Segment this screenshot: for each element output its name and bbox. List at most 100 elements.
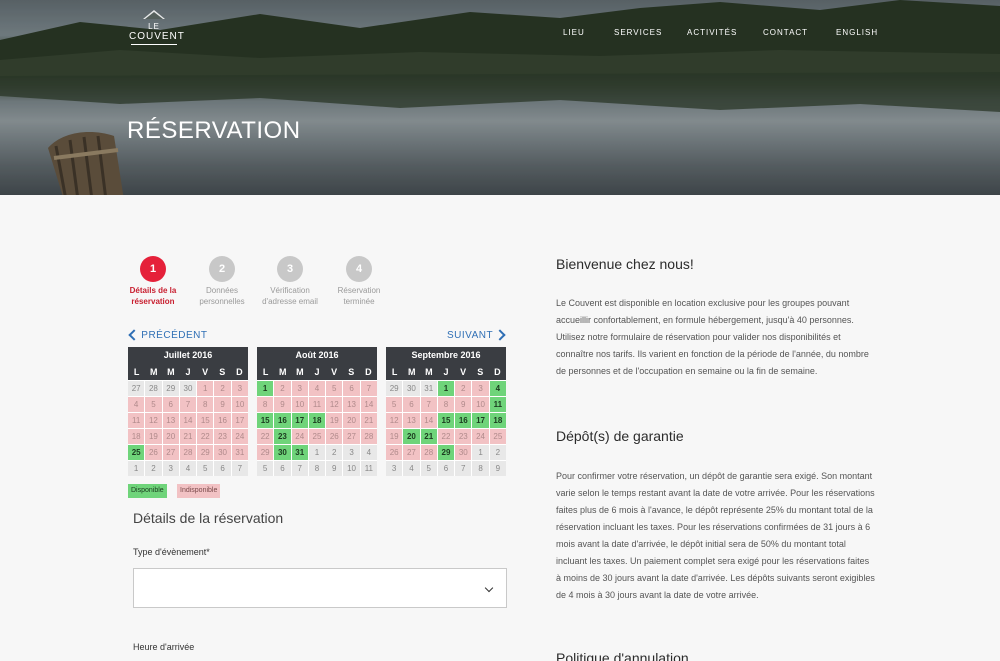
page-title: RÉSERVATION: [127, 117, 301, 144]
step-number: 3: [277, 256, 303, 282]
day-outside-month: 3: [386, 461, 403, 476]
day-unavailable: 10: [291, 397, 308, 412]
day-outside-month: 10: [343, 461, 360, 476]
day-unavailable: 21: [179, 429, 197, 444]
section-title: Détails de la réservation: [133, 510, 284, 526]
day-unavailable: 14: [179, 413, 197, 428]
day-unavailable: 8: [437, 397, 455, 412]
day-available[interactable]: 30: [274, 445, 291, 460]
day-outside-month: 2: [326, 445, 343, 460]
day-outside-month: 11: [360, 461, 377, 476]
day-unavailable: 9: [214, 397, 231, 412]
chevron-down-icon: [484, 583, 494, 593]
step-number: 2: [209, 256, 235, 282]
day-available[interactable]: 1: [437, 381, 455, 396]
day-available[interactable]: 16: [455, 413, 472, 428]
weekday-label: M: [407, 367, 416, 377]
day-unavailable: 23: [214, 429, 231, 444]
roof-icon: [143, 10, 165, 19]
day-unavailable: 8: [197, 397, 214, 412]
day-available[interactable]: 16: [274, 413, 291, 428]
day-unavailable: 15: [197, 413, 214, 428]
day-unavailable: 9: [274, 397, 291, 412]
day-available[interactable]: 17: [472, 413, 489, 428]
day-available[interactable]: 20: [403, 429, 420, 444]
day-unavailable: 16: [214, 413, 231, 428]
calendar-days: 29 30 31 1 2 3 4 5 6 7 8 9 10 11 12 13 14 15 16 17 18 19 20 21 2…: [386, 380, 506, 476]
day-unavailable: 12: [145, 413, 162, 428]
day-outside-month: 5: [197, 461, 214, 476]
day-unavailable: 5: [386, 397, 403, 412]
day-outside-month: 2: [489, 445, 506, 460]
day-available[interactable]: 17: [291, 413, 308, 428]
day-unavailable: 31: [231, 445, 248, 460]
day-unavailable: 26: [386, 445, 403, 460]
step-label: Vérification d'adresse email: [262, 286, 318, 306]
day-unavailable: 19: [326, 413, 343, 428]
day-unavailable: 24: [291, 429, 308, 444]
day-available[interactable]: 18: [308, 413, 326, 428]
day-unavailable: 13: [343, 397, 360, 412]
day-unavailable: 27: [343, 429, 360, 444]
day-outside-month: 31: [420, 381, 437, 396]
day-unavailable: 20: [343, 413, 360, 428]
day-unavailable: 3: [291, 381, 308, 396]
weekday-label: L: [262, 367, 269, 377]
weekday-label: M: [167, 367, 175, 377]
step-4: 4 Réservation terminée: [329, 256, 389, 307]
next-month-button[interactable]: SUIVANT: [447, 329, 506, 342]
day-outside-month: 8: [472, 461, 489, 476]
day-unavailable: 19: [145, 429, 162, 444]
day-available[interactable]: 1: [257, 381, 274, 396]
welcome-heading: Bienvenue chez nous!: [556, 256, 694, 272]
nav-contact[interactable]: CONTACT: [763, 28, 808, 37]
nav-activites[interactable]: ACTIVITÉS: [687, 28, 737, 37]
chevron-left-icon: [128, 329, 140, 342]
day-available[interactable]: 11: [489, 397, 506, 412]
weekday-header: LMMJVSD: [386, 364, 506, 380]
day-unavailable: 20: [162, 429, 179, 444]
calendar-days: 27 28 29 30 1 2 3 4 5 6 7 8 9 10 11 12 13 14 15 16 17 18 19 20 2…: [128, 380, 248, 476]
day-available[interactable]: 31: [291, 445, 308, 460]
main-nav: LIEU SERVICES ACTIVITÉS CONTACT ENGLISH: [0, 28, 1000, 40]
weekday-label: M: [149, 367, 158, 377]
previous-month-button[interactable]: PRÉCÉDENT: [128, 329, 207, 342]
step-label: Données personnelles: [199, 286, 245, 306]
event-type-select[interactable]: [133, 568, 507, 608]
day-available[interactable]: 23: [274, 429, 291, 444]
day-unavailable: 21: [360, 413, 377, 428]
day-unavailable: 24: [231, 429, 248, 444]
legend-unavailable: Indisponible: [177, 484, 221, 498]
day-available[interactable]: 21: [420, 429, 437, 444]
legend-available: Disponible: [128, 484, 167, 498]
day-available[interactable]: 25: [128, 445, 145, 460]
day-unavailable: 12: [386, 413, 403, 428]
day-outside-month: 1: [128, 461, 145, 476]
day-unavailable: 29: [257, 445, 274, 460]
weekday-label: D: [494, 367, 501, 377]
day-available[interactable]: 4: [489, 381, 506, 396]
weekday-label: S: [219, 367, 226, 377]
day-available[interactable]: 15: [257, 413, 274, 428]
day-unavailable: 13: [403, 413, 420, 428]
step-2: 2 Données personnelles: [192, 256, 252, 307]
nav-services[interactable]: SERVICES: [614, 28, 662, 37]
day-unavailable: 10: [472, 397, 489, 412]
calendar-july: Juillet 2016 LMMJVSD 27 28 29 30 1 2 3 4 5 6 7 8 9 10…: [128, 347, 248, 476]
day-outside-month: 4: [403, 461, 420, 476]
day-unavailable: 7: [420, 397, 437, 412]
day-unavailable: 9: [455, 397, 472, 412]
nav-english[interactable]: ENGLISH: [836, 28, 878, 37]
step-label: Réservation terminée: [337, 286, 381, 306]
day-available[interactable]: 29: [437, 445, 455, 460]
nav-lieu[interactable]: LIEU: [563, 28, 585, 37]
weekday-header: LMMJVSD: [257, 364, 377, 380]
calendar-september: Septembre 2016 LMMJVSD 29 30 31 1 2 3 4 5 6 7 8 9 10…: [386, 347, 506, 476]
calendar-august: Août 2016 LMMJVSD 1 2 3 4 5 6 7 8 9 10 11 12 13 14 15 1…: [257, 347, 377, 476]
day-unavailable: 12: [326, 397, 343, 412]
day-available[interactable]: 18: [489, 413, 506, 428]
day-available[interactable]: 15: [437, 413, 455, 428]
day-unavailable: 22: [437, 429, 455, 444]
day-unavailable: 4: [308, 381, 326, 396]
day-outside-month: 3: [343, 445, 360, 460]
